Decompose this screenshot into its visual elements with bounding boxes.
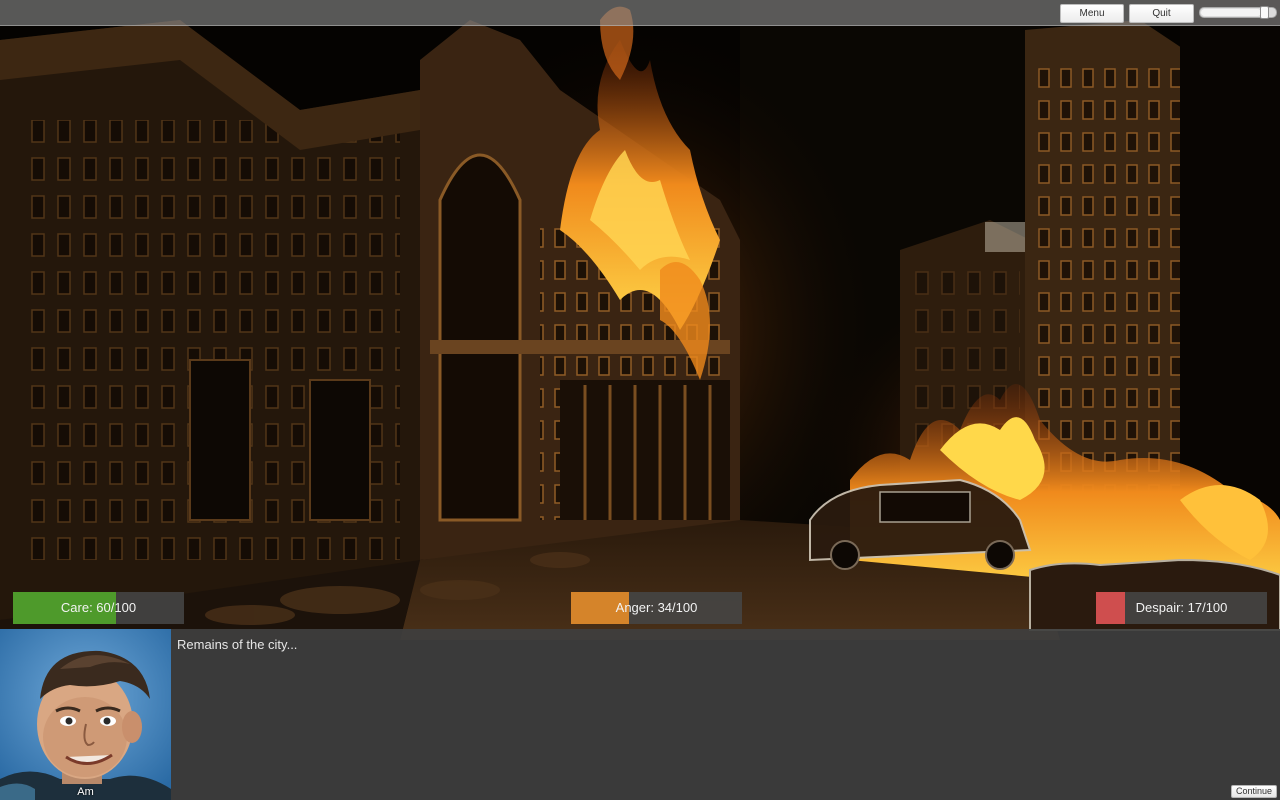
despair-meter: Despair: 17/100 [1096, 592, 1267, 624]
speaker-name: Am [77, 786, 94, 798]
anger-meter: Anger: 34/100 [571, 592, 742, 624]
dialogue-text: Remains of the city... [177, 637, 298, 652]
dialogue-box: Remains of the city... [171, 629, 1280, 800]
anger-meter-label: Anger: 34/100 [615, 600, 698, 615]
volume-slider-thumb[interactable] [1260, 6, 1269, 19]
quit-button[interactable]: Quit [1129, 4, 1194, 23]
menu-button[interactable]: Menu [1060, 4, 1124, 23]
left-building [0, 20, 420, 620]
care-meter-label: Care: 60/100 [60, 600, 137, 615]
volume-slider-fill [1201, 9, 1261, 16]
care-meter: Care: 60/100 [13, 592, 184, 624]
top-toolbar: Menu Quit [0, 0, 1280, 26]
game-screen: Menu Quit Care: 60/100 Anger: 34/100 Des… [0, 0, 1280, 800]
avatar [0, 629, 171, 800]
speaker-portrait: Am [0, 629, 171, 800]
despair-meter-label: Despair: 17/100 [1135, 600, 1228, 615]
volume-slider[interactable] [1199, 6, 1277, 19]
continue-button[interactable]: Continue [1231, 785, 1277, 798]
